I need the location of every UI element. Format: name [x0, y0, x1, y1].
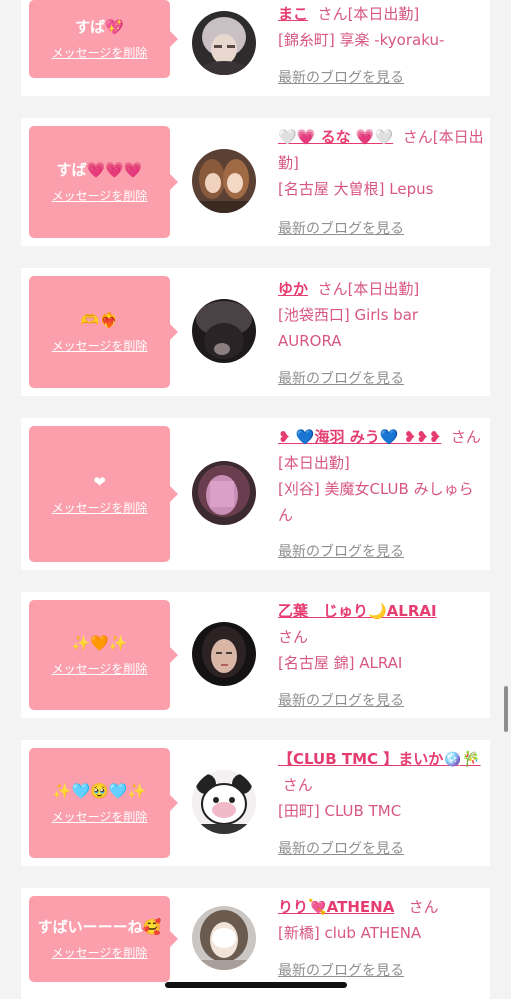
shop-text: [名古屋 大曽根] Lepus: [278, 180, 434, 198]
message-card: 🫶❤️‍🔥 メッセージを削除 ゆか さん[本日出勤] [池袋西口] Girls …: [21, 268, 490, 396]
avatar[interactable]: [192, 11, 256, 75]
message-card: ❤︎ メッセージを削除 ❥ 💙海羽 みう💙 ❥❥❥ さん [本日出勤] [刈谷] …: [21, 418, 490, 570]
message-text: すば💖: [75, 18, 124, 36]
cast-name-link[interactable]: 【CLUB TMC 】まいか🪩🎋: [278, 750, 481, 768]
delete-message-link[interactable]: メッセージを削除: [52, 187, 148, 204]
shop-text: [名古屋 錦] ALRAI: [278, 654, 403, 672]
shop-text: [刈谷] 美魔女CLUB みしゅらん: [278, 480, 474, 524]
message-card: すば💗💗💗 メッセージを削除 🤍💗 るな 💗🤍 さん[本日出勤] [名古屋 大曽…: [21, 118, 490, 246]
cast-name-link[interactable]: ゆか: [278, 280, 308, 298]
message-text: 🫶❤️‍🔥: [80, 311, 119, 329]
delete-message-link[interactable]: メッセージを削除: [52, 808, 148, 825]
user-photo-icon: [192, 770, 256, 834]
profile-info: 🤍💗 るな 💗🤍 さん[本日出勤] [名古屋 大曽根] Lepus: [278, 124, 484, 202]
profile-info: ❥ 💙海羽 みう💙 ❥❥❥ さん [本日出勤] [刈谷] 美魔女CLUB みしゅら…: [278, 424, 484, 528]
message-text: すばいーーーね🥰: [37, 918, 162, 936]
profile-info: ゆか さん[本日出勤] [池袋西口] Girls bar AURORA: [278, 276, 484, 354]
honorific: さん: [278, 628, 309, 646]
status-text: [本日出勤]: [278, 454, 350, 472]
cast-name-link[interactable]: まこ: [278, 5, 308, 23]
message-bubble: すば💖 メッセージを削除: [29, 0, 178, 78]
message-text: ✨🩵🥹🩵✨: [52, 782, 147, 800]
shop-text: [錦糸町] 享楽 -kyoraku-: [278, 31, 445, 49]
message-card: ✨🩵🥹🩵✨ メッセージを削除 【CLUB TMC 】まいか🪩🎋 さん [田町] …: [21, 740, 490, 866]
user-photo-icon: [192, 461, 256, 525]
honorific: さん: [282, 776, 313, 794]
message-card: ✨🧡✨ メッセージを削除 乙葉 じゅり🌙ALRAI さん [名古屋 錦] ALR…: [21, 592, 490, 718]
message-bubble: ✨🧡✨ メッセージを削除: [29, 600, 178, 710]
status-text: [本日出勤]: [347, 5, 420, 23]
profile-info: 乙葉 じゅり🌙ALRAI さん [名古屋 錦] ALRAI: [278, 598, 484, 676]
user-photo-icon: [192, 11, 256, 75]
message-text: すば💗💗💗: [56, 161, 143, 179]
latest-blog-link[interactable]: 最新のブログを見る: [278, 67, 404, 87]
message-bubble: ❤︎ メッセージを削除: [29, 426, 178, 562]
message-card: すば💖 メッセージを削除 まこ さん[本日出勤] [錦糸町] 享楽 -kyora…: [21, 0, 490, 96]
honorific: さん: [408, 898, 439, 916]
latest-blog-link[interactable]: 最新のブログを見る: [278, 960, 404, 980]
avatar[interactable]: [192, 906, 256, 970]
user-photo-icon: [192, 622, 256, 686]
message-bubble: 🫶❤️‍🔥 メッセージを削除: [29, 276, 178, 388]
shop-text: [池袋西口] Girls bar AURORA: [278, 306, 419, 350]
delete-message-link[interactable]: メッセージを削除: [52, 660, 148, 677]
avatar[interactable]: [192, 299, 256, 363]
delete-message-link[interactable]: メッセージを削除: [52, 44, 148, 61]
message-bubble: すば💗💗💗 メッセージを削除: [29, 126, 178, 238]
latest-blog-link[interactable]: 最新のブログを見る: [278, 368, 404, 388]
status-text: [本日出勤]: [347, 280, 420, 298]
honorific: さん: [317, 280, 348, 298]
message-text: ❤︎: [93, 473, 106, 491]
avatar[interactable]: [192, 149, 256, 213]
cast-name-link[interactable]: ❥ 💙海羽 みう💙 ❥❥❥: [278, 428, 441, 446]
user-photo-icon: [192, 149, 256, 213]
honorific: さん: [402, 128, 433, 146]
cast-name-link[interactable]: 🤍💗 るな 💗🤍: [278, 128, 393, 146]
message-text: ✨🧡✨: [71, 634, 128, 652]
delete-message-link[interactable]: メッセージを削除: [52, 499, 148, 516]
user-photo-icon: [192, 906, 256, 970]
latest-blog-link[interactable]: 最新のブログを見る: [278, 690, 404, 710]
message-bubble: ✨🩵🥹🩵✨ メッセージを削除: [29, 748, 178, 858]
avatar[interactable]: [192, 622, 256, 686]
honorific: さん: [317, 5, 348, 23]
profile-info: 【CLUB TMC 】まいか🪩🎋 さん [田町] CLUB TMC: [278, 746, 484, 824]
latest-blog-link[interactable]: 最新のブログを見る: [278, 218, 404, 238]
scrollbar[interactable]: [504, 686, 508, 732]
honorific: さん: [450, 428, 481, 446]
shop-text: [田町] CLUB TMC: [278, 802, 402, 820]
user-photo-icon: [192, 299, 256, 363]
profile-info: まこ さん[本日出勤] [錦糸町] 享楽 -kyoraku-: [278, 1, 484, 53]
message-bubble: すばいーーーね🥰 メッセージを削除: [29, 896, 178, 982]
delete-message-link[interactable]: メッセージを削除: [52, 337, 148, 354]
latest-blog-link[interactable]: 最新のブログを見る: [278, 838, 404, 858]
cast-name-link[interactable]: りり💘ATHENA: [278, 898, 394, 916]
latest-blog-link[interactable]: 最新のブログを見る: [278, 541, 404, 561]
home-indicator[interactable]: [165, 982, 347, 988]
cast-name-link[interactable]: 乙葉 じゅり🌙ALRAI: [278, 602, 437, 620]
profile-info: りり💘ATHENA さん [新橋] club ATHENA: [278, 894, 484, 946]
delete-message-link[interactable]: メッセージを削除: [52, 944, 148, 961]
shop-text: [新橋] club ATHENA: [278, 924, 422, 942]
avatar[interactable]: [192, 461, 256, 525]
avatar[interactable]: [192, 770, 256, 834]
